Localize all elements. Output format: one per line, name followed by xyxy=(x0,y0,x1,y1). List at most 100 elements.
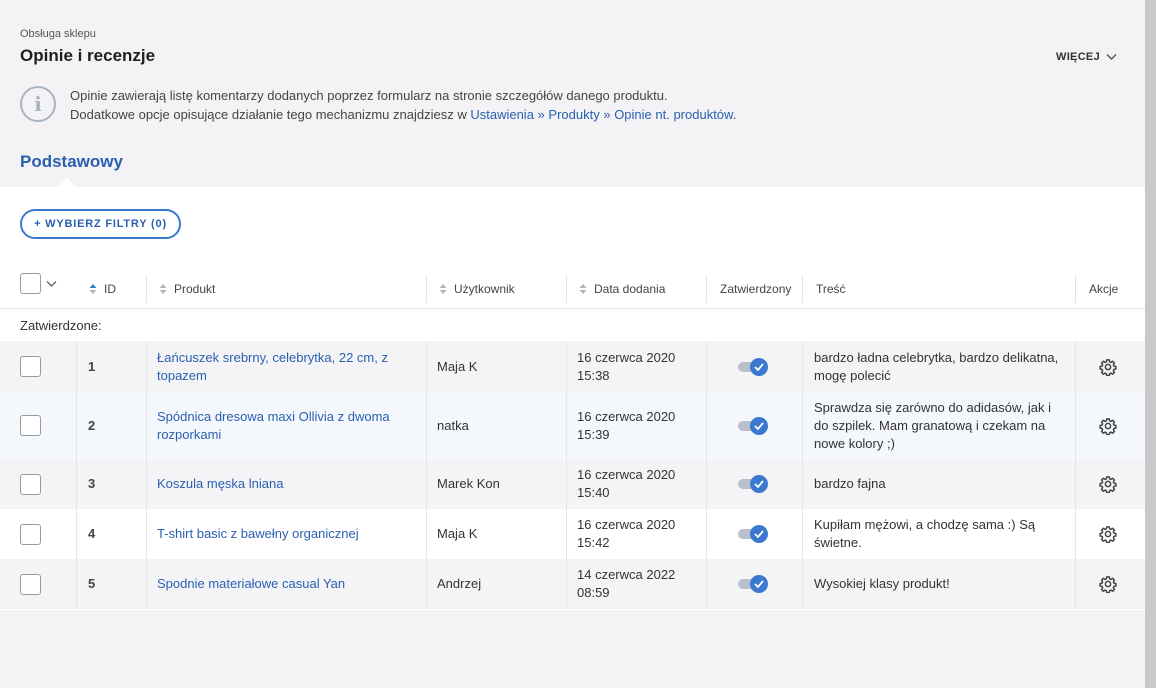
info-text: Opinie zawierają listę komentarzy dodany… xyxy=(70,86,736,124)
row-actions xyxy=(1099,559,1117,609)
link-sep-1: » xyxy=(533,107,549,122)
row-product: Koszula męska lniana xyxy=(157,459,415,509)
page-header: Obsługa sklepu Opinie i recenzje xyxy=(20,28,155,66)
product-link[interactable]: Spódnica dresowa maxi Ollivia z dwoma ro… xyxy=(157,408,415,444)
link-produkty[interactable]: Produkty xyxy=(548,107,599,122)
row-divider xyxy=(426,459,427,509)
column-header-user[interactable]: Użytkownik xyxy=(438,269,515,309)
product-link[interactable]: Koszula męska lniana xyxy=(157,475,283,493)
row-date-time: 08:59 xyxy=(577,585,610,600)
row-divider xyxy=(146,459,147,509)
tab-podstawowy[interactable]: Podstawowy xyxy=(20,152,123,172)
column-header-product[interactable]: Produkt xyxy=(158,269,215,309)
row-checkbox[interactable] xyxy=(20,356,41,377)
product-link[interactable]: Łańcuszek srebrny, celebrytka, 22 cm, z … xyxy=(157,349,415,385)
row-divider xyxy=(426,341,427,392)
column-header-content: Treść xyxy=(816,282,846,296)
page: Obsługa sklepu Opinie i recenzje WIĘCEJ … xyxy=(0,0,1145,688)
column-separator xyxy=(1075,275,1076,303)
row-divider xyxy=(76,509,77,559)
row-checkbox[interactable] xyxy=(20,573,41,595)
row-product: Spodnie materiałowe casual Yan xyxy=(157,559,415,609)
row-divider xyxy=(426,559,427,609)
product-link[interactable]: Spodnie materiałowe casual Yan xyxy=(157,575,345,593)
chevron-down-icon[interactable] xyxy=(46,280,57,288)
row-date: 14 czerwca 2022 08:59 xyxy=(577,559,697,609)
column-separator xyxy=(566,275,567,303)
row-approved-cell xyxy=(738,341,770,392)
check-icon xyxy=(754,480,764,488)
approved-toggle[interactable] xyxy=(738,474,770,494)
link-opinie[interactable]: Opinie nt. produktów xyxy=(614,107,733,122)
row-date-day: 14 czerwca 2022 xyxy=(577,567,676,582)
table-row[interactable]: 5 Spodnie materiałowe casual Yan Andrzej… xyxy=(0,559,1145,609)
row-divider xyxy=(426,392,427,459)
row-date: 16 czerwca 2020 15:39 xyxy=(577,392,697,459)
row-actions xyxy=(1099,459,1117,509)
row-id: 3 xyxy=(88,476,96,491)
check-icon xyxy=(754,530,764,538)
row-approved-cell xyxy=(738,559,770,609)
row-divider xyxy=(802,459,803,509)
filter-button[interactable]: + WYBIERZ FILTRY (0) xyxy=(20,209,181,239)
table-row[interactable]: 1 Łańcuszek srebrny, celebrytka, 22 cm, … xyxy=(0,341,1145,392)
row-date: 16 czerwca 2020 15:38 xyxy=(577,341,697,392)
sort-icon xyxy=(159,284,167,294)
row-date-day: 16 czerwca 2020 xyxy=(577,517,676,532)
gear-icon[interactable] xyxy=(1099,575,1117,593)
row-approved-cell xyxy=(738,509,770,559)
row-checkbox[interactable] xyxy=(20,473,41,495)
row-date-time: 15:42 xyxy=(577,535,610,550)
table-row[interactable]: 4 T-shirt basic z bawełny organicznej Ma… xyxy=(0,509,1145,559)
gear-icon[interactable] xyxy=(1099,358,1117,376)
approved-toggle[interactable] xyxy=(738,524,770,544)
row-divider xyxy=(706,459,707,509)
info-line-2: Dodatkowe opcje opisujące działanie tego… xyxy=(70,105,736,124)
row-divider xyxy=(802,559,803,609)
row-checkbox-cell xyxy=(20,559,41,609)
gear-icon[interactable] xyxy=(1099,475,1117,493)
row-product: T-shirt basic z bawełny organicznej xyxy=(157,509,415,559)
row-date-time: 15:40 xyxy=(577,485,610,500)
row-id: 5 xyxy=(88,576,96,591)
row-divider xyxy=(76,392,77,459)
tab-active-indicator xyxy=(58,178,76,187)
column-header-product-label: Produkt xyxy=(174,282,216,296)
row-divider xyxy=(802,341,803,392)
link-ustawienia[interactable]: Ustawienia xyxy=(470,107,534,122)
table-row[interactable]: 3 Koszula męska lniana Marek Kon 16 czer… xyxy=(0,459,1145,509)
info-line-2-suffix: . xyxy=(732,107,737,122)
row-divider xyxy=(426,509,427,559)
breadcrumb[interactable]: Obsługa sklepu xyxy=(20,28,155,40)
row-id: 4 xyxy=(88,526,96,541)
table-row[interactable]: 2 Spódnica dresowa maxi Ollivia z dwoma … xyxy=(0,392,1145,459)
approved-toggle[interactable] xyxy=(738,416,770,436)
more-button[interactable]: WIĘCEJ xyxy=(1056,51,1117,63)
row-checkbox[interactable] xyxy=(20,523,41,545)
product-link[interactable]: T-shirt basic z bawełny organicznej xyxy=(157,525,359,543)
row-divider xyxy=(76,341,77,392)
check-icon xyxy=(754,362,764,371)
approved-toggle[interactable] xyxy=(738,357,770,377)
column-separator xyxy=(706,275,707,303)
gear-icon[interactable] xyxy=(1099,525,1117,543)
toggle-knob xyxy=(750,525,768,543)
column-header-date-label: Data dodania xyxy=(594,282,666,296)
row-content: bardzo fajna xyxy=(814,476,886,491)
gear-icon[interactable] xyxy=(1099,417,1117,435)
chevron-down-icon xyxy=(1106,54,1117,60)
select-all-checkbox[interactable] xyxy=(20,273,41,294)
column-header-id[interactable]: ID xyxy=(88,269,116,309)
info-box: i Opinie zawierają listę komentarzy doda… xyxy=(20,86,736,124)
check-icon xyxy=(754,580,764,588)
scrollbar[interactable] xyxy=(1145,0,1156,688)
row-actions xyxy=(1099,392,1117,459)
row-divider xyxy=(566,392,567,459)
row-checkbox-cell xyxy=(20,509,41,559)
row-content: Sprawdza się zarówno do adidasów, jak i … xyxy=(814,399,1052,451)
row-date-day: 16 czerwca 2020 xyxy=(577,349,676,365)
column-header-date[interactable]: Data dodania xyxy=(578,269,665,309)
approved-toggle[interactable] xyxy=(738,574,770,594)
column-header-approved: Zatwierdzony xyxy=(720,282,792,296)
row-checkbox[interactable] xyxy=(20,415,41,436)
